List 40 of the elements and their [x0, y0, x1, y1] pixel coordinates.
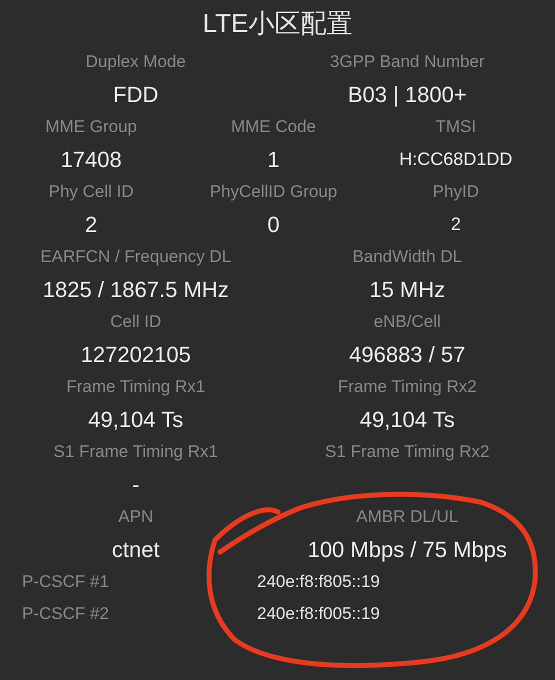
field-label: PhyID — [432, 181, 479, 203]
field-value: 2 — [450, 213, 461, 236]
field-value: 1 — [267, 146, 280, 174]
field-value: H:CC68D1DD — [399, 148, 512, 171]
field-label: 3GPP Band Number — [330, 51, 485, 73]
field-label: P-CSCF #1 — [22, 571, 109, 593]
field-value: 100 Mbps / 75 Mbps — [308, 536, 507, 564]
field-label: S1 Frame Timing Rx1 — [54, 441, 218, 463]
field-value: 127202105 — [80, 341, 191, 369]
field-value: 49,104 Ts — [360, 406, 455, 434]
field-label: Cell ID — [110, 311, 162, 333]
field-value: 17408 — [60, 146, 122, 174]
field-value: - — [132, 471, 140, 499]
screen-title: LTE小区配置 — [202, 7, 352, 40]
field-value: FDD — [113, 81, 158, 109]
field-label: Frame Timing Rx1 — [66, 376, 206, 398]
field-value: B03 | 1800+ — [348, 81, 467, 109]
field-label: TMSI — [436, 116, 476, 138]
field-value: 0 — [267, 211, 280, 239]
field-label: Duplex Mode — [86, 51, 186, 73]
field-label: MME Group — [45, 116, 137, 138]
field-value: 496883 / 57 — [349, 341, 466, 369]
field-label: MME Code — [230, 116, 316, 138]
field-label: Phy Cell ID — [48, 181, 134, 203]
field-value: 2 — [85, 211, 98, 239]
field-value: 240e:f8:f005::19 — [257, 603, 380, 625]
field-value: 240e:f8:f805::19 — [257, 571, 380, 593]
field-value: 49,104 Ts — [88, 406, 184, 434]
field-label: AMBR DL/UL — [356, 506, 458, 528]
field-label: Frame Timing Rx2 — [338, 376, 477, 398]
field-label: PhyCellID Group — [210, 181, 338, 203]
field-label: S1 Frame Timing Rx2 — [325, 441, 490, 463]
field-value: 15 MHz — [369, 276, 446, 304]
field-label: eNB/Cell — [374, 311, 441, 333]
field-label: EARFCN / Frequency DL — [40, 246, 232, 268]
field-label: P-CSCF #2 — [22, 603, 109, 625]
field-label: BandWidth DL — [352, 246, 462, 268]
field-label: APN — [118, 506, 154, 528]
field-value: 1825 / 1867.5 MHz — [42, 276, 229, 304]
field-value: ctnet — [112, 536, 160, 564]
